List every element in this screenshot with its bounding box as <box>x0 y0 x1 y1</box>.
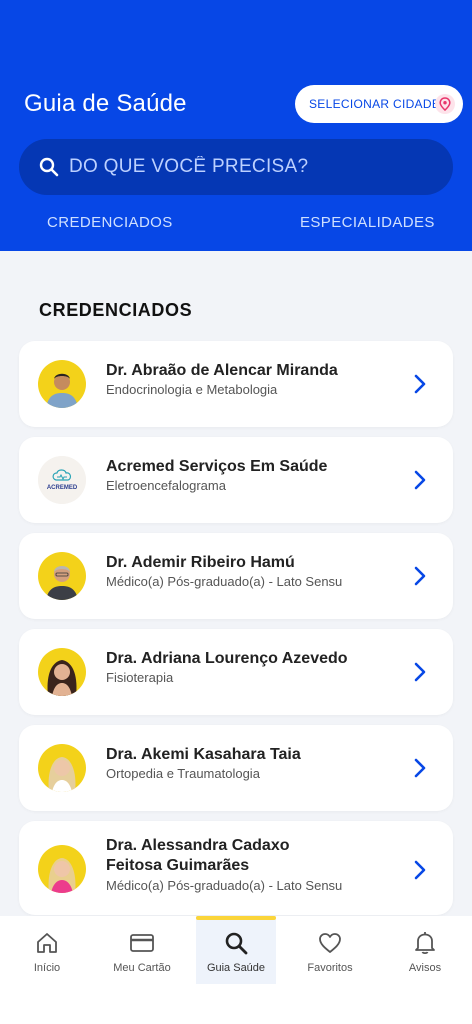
nav-label: Favoritos <box>307 962 353 974</box>
page-title: Guia de Saúde <box>24 90 187 117</box>
avatar <box>38 552 86 600</box>
avatar <box>38 744 86 792</box>
provider-name: Dr. Ademir Ribeiro Hamú <box>106 554 295 571</box>
search-icon <box>225 932 248 955</box>
provider-name: Dra. Akemi Kasahara Taia <box>106 746 301 763</box>
nav-label: Início <box>33 962 61 974</box>
card-icon <box>130 934 154 952</box>
select-city-label: SELECIONAR CIDADE <box>309 97 441 111</box>
section-title: CREDENCIADOS <box>39 300 193 320</box>
provider-specialty: Eletroencefalograma <box>106 478 226 493</box>
list-item[interactable]: Dra. Akemi Kasahara Taia Ortopedia e Tra… <box>19 725 453 811</box>
nav-guia-saude[interactable]: Guia Saúde <box>196 916 276 984</box>
nav-label: Meu Cartão <box>113 962 171 974</box>
bottom-navigation: Início Meu Cartão Guia Saúde Favoritos A… <box>0 916 472 1024</box>
nav-avisos[interactable]: Avisos <box>380 916 470 984</box>
home-icon <box>37 933 57 953</box>
nav-meu-cartao[interactable]: Meu Cartão <box>94 916 190 984</box>
select-city-button[interactable]: SELECIONAR CIDADE <box>295 85 463 123</box>
list-item[interactable]: ACREMED Acremed Serviços Em Saúde Eletro… <box>19 437 453 523</box>
avatar <box>38 845 86 893</box>
provider-name: Dra. Adriana Lourenço Azevedo <box>106 650 348 667</box>
bell-icon <box>415 932 435 955</box>
chevron-right-icon <box>414 566 426 586</box>
list-item[interactable]: Dra. Alessandra Cadaxo Feitosa Guimarães… <box>19 821 453 915</box>
location-pin-icon <box>435 94 455 114</box>
provider-name: Acremed Serviços Em Saúde <box>106 458 328 475</box>
acremed-logo: ACREMED <box>38 456 86 504</box>
chevron-right-icon <box>414 860 426 880</box>
list-item[interactable]: Dra. Adriana Lourenço Azevedo Fisioterap… <box>19 629 453 715</box>
chevron-right-icon <box>414 470 426 490</box>
provider-name-line2: Feitosa Guimarães <box>106 857 250 874</box>
provider-specialty: Médico(a) Pós-graduado(a) - Lato Sensu <box>106 574 343 589</box>
provider-name: Dr. Abraão de Alencar Miranda <box>106 362 338 379</box>
list-item[interactable]: Dr. Abraão de Alencar Miranda Endocrinol… <box>19 341 453 427</box>
provider-specialty: Ortopedia e Traumatologia <box>106 766 260 781</box>
provider-specialty: Médico(a) Pós-graduado(a) - Lato Sensu <box>106 878 343 893</box>
svg-text:ACREMED: ACREMED <box>47 485 78 491</box>
tab-especialidades[interactable]: ESPECIALIDADES <box>300 214 435 231</box>
provider-specialty: Fisioterapia <box>106 670 174 685</box>
header: Guia de Saúde SELECIONAR CIDADE CREDENCI… <box>0 0 472 251</box>
provider-name: Dra. Alessandra Cadaxo Feitosa Guimarães <box>106 836 396 876</box>
chevron-right-icon <box>414 374 426 394</box>
heart-icon <box>319 933 341 953</box>
avatar <box>38 360 86 408</box>
nav-favoritos[interactable]: Favoritos <box>284 916 376 984</box>
nav-inicio[interactable]: Início <box>0 916 94 984</box>
search-icon <box>39 157 59 177</box>
chevron-right-icon <box>414 662 426 682</box>
avatar <box>38 648 86 696</box>
provider-name-line1: Dra. Alessandra Cadaxo <box>106 837 290 854</box>
search-bar[interactable] <box>19 139 453 195</box>
active-indicator <box>196 916 276 920</box>
search-input[interactable] <box>69 156 409 178</box>
list-item[interactable]: Dr. Ademir Ribeiro Hamú Médico(a) Pós-gr… <box>19 533 453 619</box>
nav-label: Avisos <box>408 962 442 974</box>
tab-credenciados[interactable]: CREDENCIADOS <box>47 214 173 231</box>
chevron-right-icon <box>414 758 426 778</box>
nav-label: Guia Saúde <box>206 962 266 974</box>
provider-specialty: Endocrinologia e Metabologia <box>106 382 278 397</box>
